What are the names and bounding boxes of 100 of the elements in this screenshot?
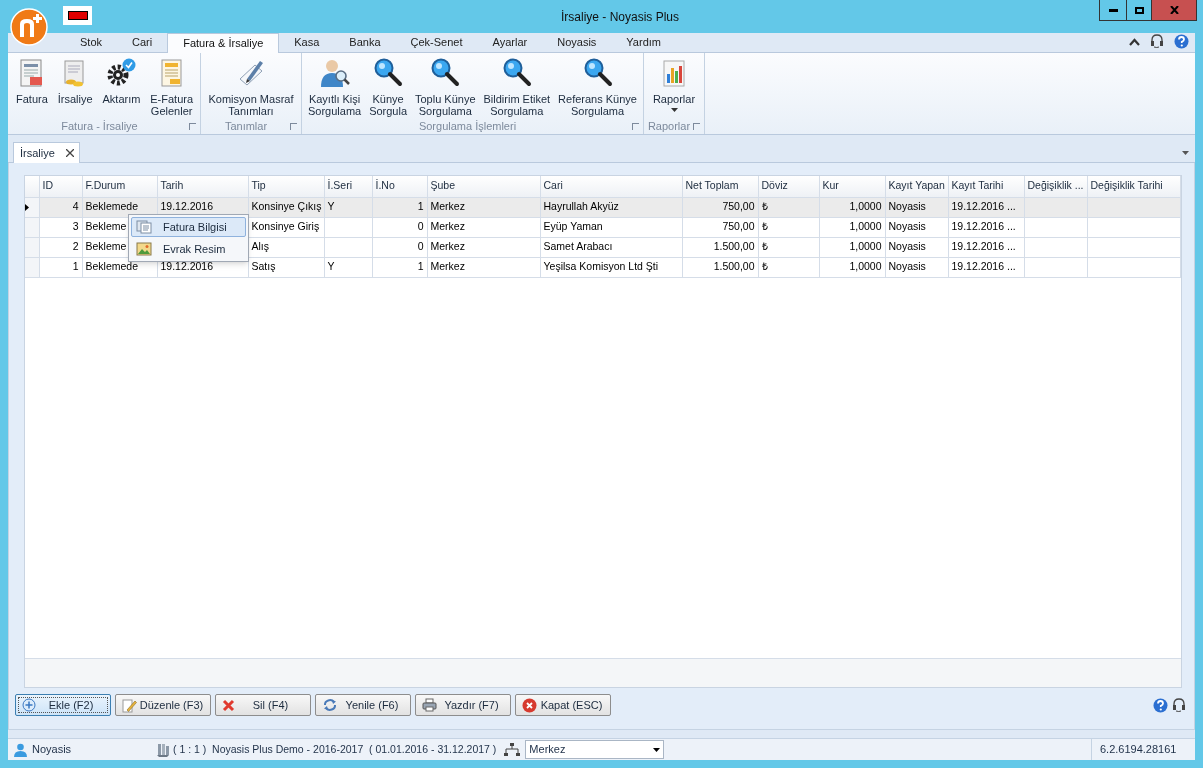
toolbar-button[interactable]: Yenile (F6) xyxy=(315,694,411,716)
ribbon-button[interactable]: Bildirim Etiket Sorgulama xyxy=(481,53,553,119)
menu-item[interactable]: Evrak Resim xyxy=(131,239,246,259)
network-icon xyxy=(504,742,521,757)
column-header[interactable]: Cari xyxy=(540,176,682,197)
toolbar-button[interactable]: Yazdır (F7) xyxy=(415,694,511,716)
table-cell: Merkez xyxy=(430,220,465,233)
branch-dropdown[interactable]: Merkez xyxy=(525,740,665,759)
column-header[interactable]: F.Durum xyxy=(82,176,157,197)
dropdown-arrow-icon[interactable] xyxy=(1182,151,1189,155)
close-icon[interactable] xyxy=(65,149,74,157)
ribbon-tab[interactable]: Fatura & İrsaliye xyxy=(167,33,280,53)
ribbon-tab[interactable]: Ayarlar xyxy=(477,33,543,52)
toolbar-button[interactable]: Düzenle (F3) xyxy=(115,694,211,716)
ribbon-button[interactable]: Referans Künye Sorgulama xyxy=(556,53,639,119)
document-tab[interactable]: İrsaliye xyxy=(13,142,80,163)
user-name: Noyasis xyxy=(32,742,73,758)
table-cell: Noyasis xyxy=(888,200,926,213)
dialog-launcher-icon[interactable] xyxy=(632,123,639,130)
table-cell: 750,00 xyxy=(722,220,755,233)
column-header[interactable]: Kayıt Yapan xyxy=(885,176,948,197)
user-icon xyxy=(14,742,27,757)
ribbon-tab[interactable]: Cari xyxy=(117,33,168,52)
table-cell: 19.12.2016 ... xyxy=(951,240,1016,253)
table-cell: ₺ xyxy=(761,200,768,213)
printer-icon xyxy=(422,698,437,712)
table-cell: 1 xyxy=(72,260,79,273)
help-icon[interactable] xyxy=(1174,34,1189,49)
column-header[interactable]: Şube xyxy=(427,176,540,197)
ribbon-tab[interactable]: Çek-Senet xyxy=(395,33,478,52)
column-header[interactable]: Değişiklik Tarihi xyxy=(1087,176,1180,197)
dialog-launcher-icon[interactable] xyxy=(290,123,297,130)
table-cell: 0 xyxy=(417,240,424,253)
toolbar-button[interactable]: Sil (F4) xyxy=(215,694,311,716)
toolbar-button[interactable]: Kapat (ESC) xyxy=(515,694,611,716)
group-label: Raporlar xyxy=(647,119,691,135)
database-info: ( 1 : 1 ) Noyasis Plus Demo - 2016-2017 ( 01.01.2016 - 31.12.2017 ) xyxy=(173,741,497,757)
table-cell: Y xyxy=(327,200,335,213)
table-cell: Bekleme xyxy=(85,240,127,253)
ribbon-button[interactable]: Fatura xyxy=(13,53,50,119)
search-icon xyxy=(429,57,462,89)
ribbon-tab[interactable]: Banka xyxy=(334,33,396,52)
menu-item[interactable]: Fatura Bilgisi xyxy=(131,217,246,237)
flag-icon[interactable] xyxy=(63,6,92,25)
headset-icon[interactable] xyxy=(1150,34,1164,49)
column-header[interactable]: Döviz xyxy=(758,176,819,197)
column-header[interactable]: İ.No xyxy=(372,176,427,197)
ribbon-tab[interactable]: Yardım xyxy=(611,33,676,52)
dialog-launcher-icon[interactable] xyxy=(693,123,700,130)
table-cell: ₺ xyxy=(761,260,768,273)
ribbon-button[interactable]: İrsaliye xyxy=(55,53,95,119)
table-cell: ₺ xyxy=(761,240,768,253)
table-cell: Merkez xyxy=(430,260,465,273)
table-cell: 19.12.2016 ... xyxy=(951,260,1016,273)
table-cell: 19.12.2016 ... xyxy=(951,200,1016,213)
document-icon xyxy=(136,220,152,234)
pencil-icon xyxy=(122,697,137,713)
table-cell: Hayrullah Akyüz xyxy=(543,200,619,213)
ribbon-button[interactable]: Kayıtlı Kişi Sorgulama xyxy=(305,53,364,119)
column-header[interactable]: Değişiklik ... xyxy=(1024,176,1087,197)
table-cell: 1,0000 xyxy=(849,260,882,273)
column-header[interactable]: Tip xyxy=(248,176,324,197)
table-cell: 19.12.2016 xyxy=(160,200,214,213)
ribbon-button[interactable]: Aktarım xyxy=(100,53,143,119)
column-header[interactable]: Tarih xyxy=(157,176,248,197)
collapse-icon[interactable] xyxy=(1129,37,1140,46)
table-cell: Merkez xyxy=(430,240,465,253)
column-header[interactable]: Kur xyxy=(819,176,885,197)
toolbar-button[interactable]: Ekle (F2) xyxy=(15,694,111,716)
column-header[interactable]: ID xyxy=(39,176,82,197)
ribbon-tab[interactable]: Noyasis xyxy=(542,33,612,52)
version-text: 6.2.6194.28161 xyxy=(1100,742,1177,758)
table-cell: Merkez xyxy=(430,200,465,213)
close-button[interactable] xyxy=(1152,0,1196,20)
table-cell: Y xyxy=(327,260,335,273)
table-cell: 2 xyxy=(72,240,79,253)
close-icon xyxy=(522,697,537,713)
table-cell: Konsinye Giriş xyxy=(251,220,320,233)
search-icon xyxy=(372,57,405,89)
ribbon-button[interactable]: Raporlar xyxy=(650,53,698,119)
ribbon-button[interactable]: E-Fatura Gelenler xyxy=(148,53,196,119)
table-cell: Beklemede xyxy=(85,200,139,213)
ribbon-button[interactable]: Komisyon Masraf Tanımları xyxy=(206,53,296,119)
table-cell: Eyüp Yaman xyxy=(543,220,603,233)
dialog-launcher-icon[interactable] xyxy=(189,123,196,130)
close-icon xyxy=(1169,6,1179,14)
table-cell: Yeşilsa Komisyon Ltd Şti xyxy=(543,260,659,273)
column-header[interactable]: İ.Seri xyxy=(324,176,372,197)
group-label: Sorgulama İşlemleri xyxy=(418,119,517,135)
ribbon-button[interactable]: Künye Sorgula xyxy=(367,53,410,119)
ribbon-tab[interactable]: Kasa xyxy=(279,33,335,52)
table-cell: 1 xyxy=(417,260,424,273)
table-cell: 1.500,00 xyxy=(713,260,755,273)
ribbon-tab[interactable]: Stok xyxy=(65,33,117,52)
column-header[interactable]: Net Toplam xyxy=(682,176,758,197)
table-cell: 4 xyxy=(72,200,79,213)
ribbon-button[interactable]: Toplu Künye Sorgulama xyxy=(413,53,478,119)
headset-icon[interactable] xyxy=(1172,697,1186,713)
help-icon[interactable] xyxy=(1153,697,1168,713)
column-header[interactable]: Kayıt Tarihi xyxy=(948,176,1024,197)
